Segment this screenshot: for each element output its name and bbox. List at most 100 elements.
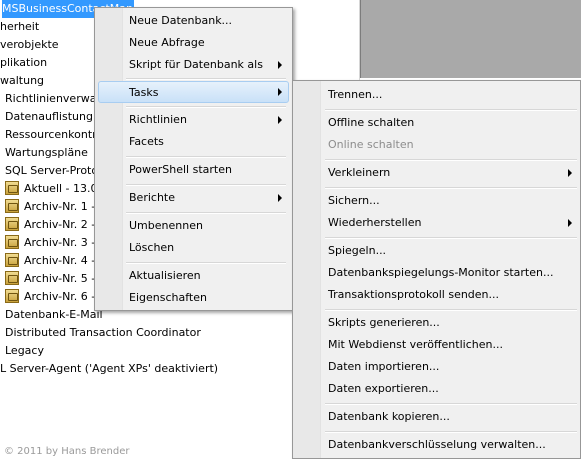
tree-node-label: Archiv-Nr. 6 - — [24, 290, 96, 303]
log-file-icon — [5, 217, 19, 231]
menu-item-label: Wiederherstellen — [328, 216, 422, 229]
tree-node-label: Datenauflistung — [5, 110, 93, 123]
menu-separator — [325, 309, 577, 311]
menu-item-label: Richtlinien — [129, 113, 187, 126]
menu-item-refresh[interactable]: Aktualisieren — [98, 265, 289, 287]
menu-item-label: Aktualisieren — [129, 269, 201, 282]
menu-item-generate-scripts[interactable]: Skripts generieren... — [296, 312, 578, 334]
submenu-arrow-icon — [568, 169, 572, 177]
menu-item-label: Berichte — [129, 191, 175, 204]
tree-node[interactable]: Archiv-Nr. 4 - — [5, 252, 95, 270]
tree-node[interactable]: plikation — [0, 54, 47, 72]
menu-item-delete[interactable]: Löschen — [98, 237, 289, 259]
tree-node[interactable]: Wartungspläne — [5, 144, 88, 162]
menu-item-properties[interactable]: Eigenschaften — [98, 287, 289, 309]
menu-item-mirror[interactable]: Spiegeln... — [296, 240, 578, 262]
tree-node-label: Legacy — [5, 344, 44, 357]
menu-item-label: Neue Datenbank... — [129, 14, 233, 27]
menu-item-label: Neue Abfrage — [129, 36, 205, 49]
tree-node-label: Datenbank-E-Mail — [5, 308, 103, 321]
tree-node[interactable]: waltung — [0, 72, 44, 90]
menu-item-copy-database[interactable]: Datenbank kopieren... — [296, 406, 578, 428]
menu-item-label: Sichern... — [328, 194, 380, 207]
menu-separator — [325, 237, 577, 239]
log-file-icon — [5, 271, 19, 285]
tree-node-label: Archiv-Nr. 5 - — [24, 272, 96, 285]
menu-item-export-data[interactable]: Daten exportieren... — [296, 378, 578, 400]
menu-item-mirroring-monitor[interactable]: Datenbankspiegelungs-Monitor starten... — [296, 262, 578, 284]
menu-item-restore[interactable]: Wiederherstellen — [296, 212, 578, 234]
menu-item-label: Trennen... — [328, 88, 383, 101]
menu-item-import-data[interactable]: Daten importieren... — [296, 356, 578, 378]
menu-separator — [126, 262, 286, 264]
tree-node[interactable]: herheit — [0, 18, 39, 36]
tree-node-label: herheit — [0, 20, 40, 33]
tree-node-label: Wartungspläne — [5, 146, 88, 159]
tree-node[interactable]: Archiv-Nr. 5 - — [5, 270, 95, 288]
menu-item-bring-online[interactable]: Online schalten — [296, 134, 578, 156]
tasks-submenu: Trennen... Offline schalten Online schal… — [292, 80, 581, 459]
menu-item-label: Online schalten — [328, 138, 414, 151]
menu-item-label: Datenbankspiegelungs-Monitor starten... — [328, 266, 554, 279]
menu-item-label: Skript für Datenbank als — [129, 58, 263, 71]
menu-item-take-offline[interactable]: Offline schalten — [296, 112, 578, 134]
tree-node[interactable]: Archiv-Nr. 6 - — [5, 288, 95, 306]
tree-node[interactable]: Datenauflistung — [5, 108, 93, 126]
menu-separator — [325, 187, 577, 189]
menu-item-label: Datenbankverschlüsselung verwalten... — [328, 438, 546, 451]
menu-item-label: Offline schalten — [328, 116, 415, 129]
tree-node-label: Aktuell - 13.0 — [24, 182, 98, 195]
menu-item-backup[interactable]: Sichern... — [296, 190, 578, 212]
menu-item-shrink[interactable]: Verkleinern — [296, 162, 578, 184]
menu-item-ship-transaction-logs[interactable]: Transaktionsprotokoll senden... — [296, 284, 578, 306]
background-pane — [360, 0, 581, 78]
menu-item-manage-encryption[interactable]: Datenbankverschlüsselung verwalten... — [296, 434, 578, 456]
menu-separator — [325, 109, 577, 111]
submenu-arrow-icon — [568, 219, 572, 227]
menu-item-tasks[interactable]: Tasks — [98, 81, 289, 103]
tree-node[interactable]: SQL Server-Proto — [5, 162, 98, 180]
tree-node-label: Ressourcenkontr — [5, 128, 97, 141]
menu-item-policies[interactable]: Richtlinien — [98, 109, 289, 131]
log-file-icon — [5, 199, 19, 213]
menu-item-label: Daten exportieren... — [328, 382, 439, 395]
menu-item-publish-web-service[interactable]: Mit Webdienst veröffentlichen... — [296, 334, 578, 356]
menu-item-new-query[interactable]: Neue Abfrage — [98, 32, 289, 54]
tree-node[interactable]: L Server-Agent ('Agent XPs' deaktiviert) — [0, 360, 218, 378]
menu-separator — [126, 156, 286, 158]
tree-node-label: Richtlinienverwa — [5, 92, 97, 105]
tree-node[interactable]: Legacy — [5, 342, 44, 360]
menu-item-label: Verkleinern — [328, 166, 391, 179]
tree-node[interactable]: Archiv-Nr. 3 - — [5, 234, 95, 252]
menu-item-label: Löschen — [129, 241, 175, 254]
menu-item-label: PowerShell starten — [129, 163, 232, 176]
menu-item-reports[interactable]: Berichte — [98, 187, 289, 209]
submenu-arrow-icon — [278, 88, 282, 96]
log-file-icon — [5, 253, 19, 267]
menu-separator — [325, 159, 577, 161]
menu-item-script-database-as[interactable]: Skript für Datenbank als — [98, 54, 289, 76]
tree-node[interactable]: Archiv-Nr. 2 - — [5, 216, 95, 234]
log-file-icon — [5, 235, 19, 249]
tree-node[interactable]: Distributed Transaction Coordinator — [5, 324, 201, 342]
menu-item-label: Spiegeln... — [328, 244, 387, 257]
menu-separator — [325, 431, 577, 433]
menu-item-start-powershell[interactable]: PowerShell starten — [98, 159, 289, 181]
tree-node-label: Distributed Transaction Coordinator — [5, 326, 201, 339]
tree-node-label: plikation — [0, 56, 48, 69]
menu-item-new-database[interactable]: Neue Datenbank... — [98, 10, 289, 32]
tree-node[interactable]: Datenbank-E-Mail — [5, 306, 103, 324]
menu-item-detach[interactable]: Trennen... — [296, 84, 578, 106]
tree-node[interactable]: verobjekte — [0, 36, 59, 54]
menu-item-facets[interactable]: Facets — [98, 131, 289, 153]
menu-item-label: Daten importieren... — [328, 360, 440, 373]
menu-item-label: Umbenennen — [129, 219, 203, 232]
tree-node[interactable]: Richtlinienverwa — [5, 90, 96, 108]
menu-item-rename[interactable]: Umbenennen — [98, 215, 289, 237]
submenu-arrow-icon — [278, 61, 282, 69]
tree-node[interactable]: Aktuell - 13.0 — [5, 180, 98, 198]
tree-node[interactable]: Ressourcenkontr — [5, 126, 97, 144]
menu-item-label: Facets — [129, 135, 164, 148]
tree-node[interactable]: Archiv-Nr. 1 - — [5, 198, 95, 216]
menu-separator — [126, 78, 286, 80]
